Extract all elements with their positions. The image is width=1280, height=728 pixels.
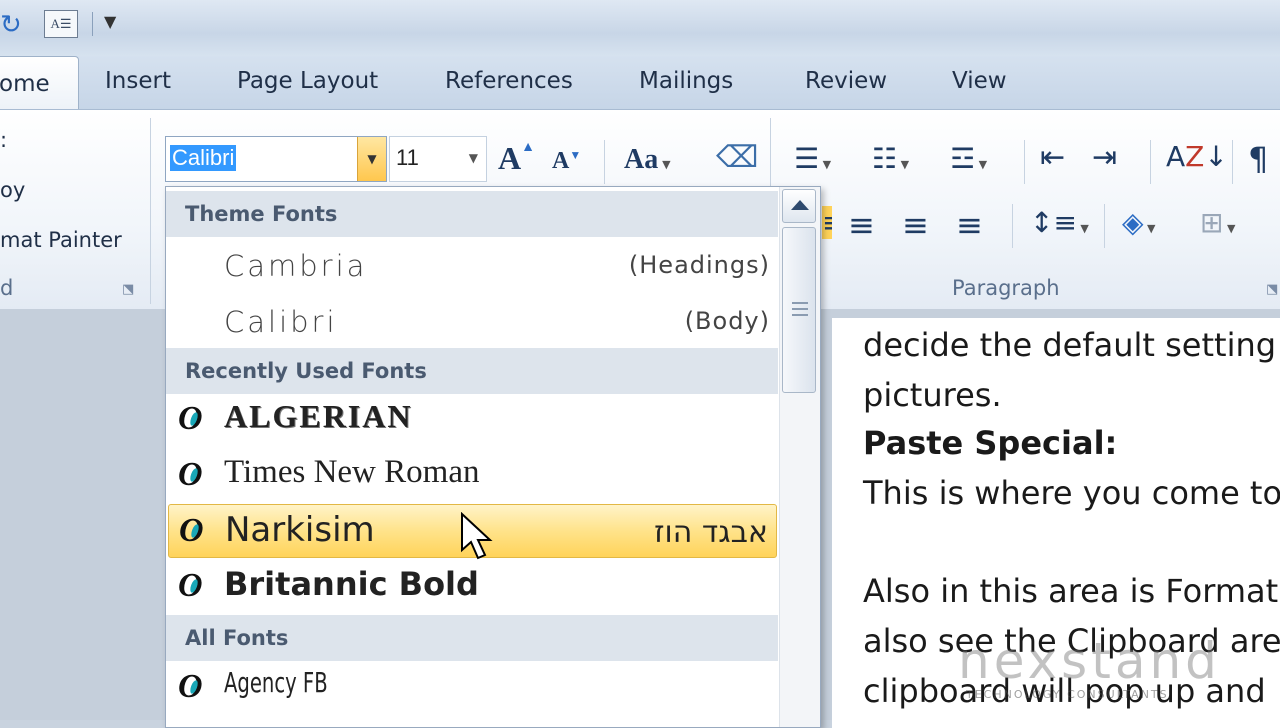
opentype-font-icon: O bbox=[178, 667, 208, 707]
font-size-arrow-icon[interactable]: ▼ bbox=[469, 151, 478, 165]
font-item-label: Cambria bbox=[224, 249, 368, 283]
doc-line: decide the default setting bbox=[863, 326, 1277, 364]
justify-icon[interactable]: ≡ bbox=[956, 206, 983, 244]
font-item-label: ALGERIAN bbox=[224, 398, 413, 434]
line-spacing-icon[interactable]: ↕≡ ▼ bbox=[1030, 206, 1089, 239]
cut-button[interactable]: : bbox=[0, 128, 7, 152]
align-left-icon[interactable]: ≡ bbox=[822, 206, 832, 239]
copy-button[interactable]: oy bbox=[0, 178, 25, 202]
shrink-font-icon[interactable]: A▼ bbox=[552, 148, 581, 175]
opentype-font-icon: O bbox=[179, 511, 209, 551]
shading-icon[interactable]: ◈ ▼ bbox=[1122, 206, 1156, 239]
tab-mailings[interactable]: Mailings bbox=[639, 68, 733, 94]
ribbon-tabs: ome Insert Page Layout References Mailin… bbox=[0, 56, 1280, 110]
grow-font-icon[interactable]: A▲ bbox=[498, 140, 535, 177]
watermark-tagline: TECHNOLOGY CONSULTANTS bbox=[966, 688, 1169, 701]
font-item-britannic-bold[interactable]: O Britannic Bold bbox=[166, 560, 778, 614]
align-center-icon[interactable]: ≡ bbox=[848, 206, 875, 244]
sort-icon[interactable]: AZ↓ bbox=[1166, 140, 1228, 173]
font-dropdown-panel: Theme Fonts Cambria (Headings) Calibri (… bbox=[165, 186, 821, 728]
multilevel-list-icon[interactable]: ☲ ▼ bbox=[950, 142, 987, 175]
increase-indent-icon[interactable]: ⇥ bbox=[1092, 140, 1117, 175]
tab-references[interactable]: References bbox=[445, 68, 573, 94]
group-separator bbox=[1012, 204, 1013, 248]
font-item-label: Times New Roman bbox=[224, 454, 480, 490]
group-separator bbox=[1104, 204, 1105, 248]
clear-formatting-icon[interactable]: ⌫ bbox=[716, 140, 758, 175]
font-item-label: Narkisim bbox=[225, 510, 375, 550]
font-item-sample: אבגד הוז bbox=[654, 515, 768, 550]
font-name-value[interactable]: Calibri bbox=[170, 145, 237, 171]
font-item-label: Britannic Bold bbox=[224, 565, 479, 603]
font-item-tag: (Headings) bbox=[628, 251, 770, 279]
theme-fonts-header: Theme Fonts bbox=[166, 191, 778, 237]
redo-icon[interactable]: ↻ bbox=[0, 10, 22, 40]
qat-separator bbox=[92, 12, 93, 36]
clipboard-group-label: d bbox=[0, 276, 14, 300]
customize-qat-icon[interactable]: ▼ bbox=[104, 12, 116, 31]
doc-heading: Paste Special: bbox=[863, 424, 1118, 462]
bullets-icon[interactable]: ☰ ▼ bbox=[794, 142, 831, 175]
grip-icon bbox=[792, 302, 808, 316]
opentype-font-icon: O bbox=[178, 455, 208, 495]
tab-view[interactable]: View bbox=[952, 68, 1007, 94]
dropdown-scrollbar[interactable] bbox=[779, 187, 820, 727]
doc-line: Also in this area is Format bbox=[863, 572, 1279, 610]
font-dropdown-arrow-icon[interactable]: ▼ bbox=[357, 137, 386, 181]
font-item-calibri[interactable]: Calibri (Body) bbox=[166, 295, 778, 349]
tab-review[interactable]: Review bbox=[805, 68, 887, 94]
scroll-up-arrow-icon[interactable] bbox=[782, 189, 816, 223]
group-separator bbox=[1150, 140, 1151, 184]
font-item-cambria[interactable]: Cambria (Headings) bbox=[166, 239, 778, 293]
doc-line: pictures. bbox=[863, 376, 1002, 414]
paragraph-launcher-icon[interactable]: ⬔ bbox=[1266, 282, 1278, 297]
mouse-pointer-icon bbox=[461, 512, 493, 560]
all-fonts-header: All Fonts bbox=[166, 615, 778, 661]
tab-insert[interactable]: Insert bbox=[105, 68, 171, 94]
decrease-indent-icon[interactable]: ⇤ bbox=[1040, 140, 1065, 175]
change-case-button[interactable]: Aa ▼ bbox=[624, 144, 671, 176]
change-case-label: Aa bbox=[624, 144, 659, 175]
font-size-value[interactable]: 11 bbox=[396, 145, 419, 171]
font-item-algerian[interactable]: O ALGERIAN bbox=[166, 393, 778, 447]
font-item-label: Calibri bbox=[224, 305, 338, 339]
font-name-combo[interactable]: Calibri ▼ bbox=[165, 136, 387, 182]
clipboard-launcher-icon[interactable]: ⬔ bbox=[122, 282, 134, 297]
nexstand-watermark: nexstand bbox=[958, 632, 1221, 690]
group-separator bbox=[604, 140, 605, 184]
show-formatting-icon[interactable]: ¶ bbox=[1248, 140, 1268, 178]
group-separator bbox=[1024, 140, 1025, 184]
recent-fonts-header: Recently Used Fonts bbox=[166, 348, 778, 394]
paragraph-group-label: Paragraph bbox=[952, 276, 1060, 300]
title-bar: ↻ A☰ ▼ bbox=[0, 0, 1280, 56]
font-item-tag: (Body) bbox=[684, 307, 770, 335]
format-painter-button[interactable]: mat Painter bbox=[0, 228, 122, 252]
font-item-agency-fb[interactable]: O Agency FB bbox=[166, 661, 778, 715]
pilcrow-glyph: ¶ bbox=[1248, 140, 1269, 178]
group-separator bbox=[150, 118, 151, 304]
font-size-combo[interactable]: 11 ▼ bbox=[389, 136, 487, 182]
group-separator bbox=[1232, 140, 1233, 184]
font-item-times-new-roman[interactable]: O Times New Roman bbox=[166, 449, 778, 503]
opentype-font-icon: O bbox=[178, 566, 208, 606]
document-icon[interactable]: A☰ bbox=[44, 10, 78, 38]
scroll-thumb[interactable] bbox=[782, 227, 816, 393]
doc-line: This is where you come to bbox=[863, 474, 1280, 512]
font-item-label: Agency FB bbox=[224, 666, 328, 699]
tab-page-layout[interactable]: Page Layout bbox=[237, 68, 378, 94]
align-right-icon[interactable]: ≡ bbox=[902, 206, 929, 244]
borders-icon[interactable]: ⊞ ▼ bbox=[1200, 206, 1235, 239]
tab-home[interactable]: ome bbox=[0, 56, 79, 110]
opentype-font-icon: O bbox=[178, 399, 208, 439]
numbering-icon[interactable]: ☷ ▼ bbox=[872, 142, 909, 175]
